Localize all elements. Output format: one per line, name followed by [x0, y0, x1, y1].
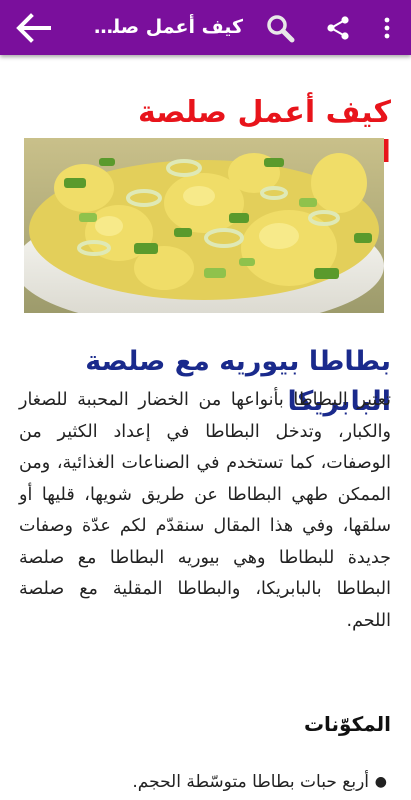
arrow-back-icon: [16, 12, 51, 43]
more-vert-icon: [384, 17, 390, 38]
share-button[interactable]: [320, 0, 356, 55]
app-bar: كيف أعمل صلص...: [0, 0, 411, 55]
share-icon: [327, 15, 349, 40]
search-icon: [267, 14, 295, 42]
app-bar-title: كيف أعمل صلص...: [75, 16, 243, 38]
article-content[interactable]: كيف أعمل صلصة البطاطس: [0, 55, 411, 800]
ingredients-list: ● أربع حبات بطاطا متوسّطة الحجم.: [19, 767, 391, 797]
bullet-icon: ●: [374, 774, 387, 790]
overflow-menu-button[interactable]: [372, 0, 402, 55]
potato-salad-photo: [24, 138, 384, 313]
ingredient-text: أربع حبات بطاطا متوسّطة الحجم.: [132, 772, 369, 792]
back-button[interactable]: [8, 0, 58, 55]
intro-paragraph: تعتبر البطاطا بأنواعها من الخضار المحببة…: [19, 390, 391, 631]
ingredient-item: ● أربع حبات بطاطا متوسّطة الحجم.: [19, 767, 391, 797]
ingredients-heading: المكوّنات: [303, 712, 391, 736]
search-button[interactable]: [258, 0, 302, 55]
